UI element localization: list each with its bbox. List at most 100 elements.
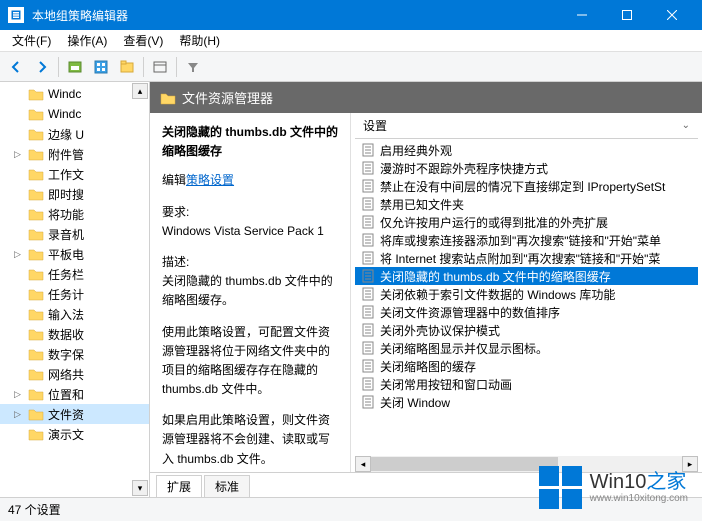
policy-title: 关闭隐藏的 thumbs.db 文件中的缩略图缓存 [162, 123, 338, 161]
setting-item[interactable]: 启用经典外观 [355, 141, 698, 159]
requirements-value: Windows Vista Service Pack 1 [162, 222, 338, 241]
content-title: 文件资源管理器 [182, 88, 273, 107]
app-icon [8, 7, 24, 23]
tree-item-label: 数字保 [48, 346, 84, 363]
tree-item-label: 边缘 U [48, 126, 84, 143]
setting-item[interactable]: 关闭外壳协议保护模式 [355, 321, 698, 339]
tree-item-label: 任务栏 [48, 266, 84, 283]
menu-bar: 文件(F) 操作(A) 查看(V) 帮助(H) [0, 30, 702, 52]
back-button[interactable] [4, 55, 28, 79]
tree-expander-icon[interactable]: ▷ [14, 409, 21, 420]
requirements-label: 要求: [162, 203, 338, 222]
tree-item[interactable]: 数字保 [0, 344, 149, 364]
tree-item[interactable]: 输入法 [0, 304, 149, 324]
maximize-button[interactable] [604, 0, 649, 30]
settings-panel: 设置 ⌄ 启用经典外观漫游时不跟踪外壳程序快捷方式禁止在没有中间层的情况下直接绑… [350, 113, 702, 472]
edit-policy-link[interactable]: 策略设置 [186, 173, 234, 187]
setting-item[interactable]: 禁用已知文件夹 [355, 195, 698, 213]
folder-icon [160, 91, 176, 105]
edit-label: 编辑 [162, 173, 186, 187]
tree-item-label: 网络共 [48, 366, 84, 383]
tree-item-label: 附件管 [48, 146, 84, 163]
setting-item[interactable]: 漫游时不跟踪外壳程序快捷方式 [355, 159, 698, 177]
tree-expander-icon[interactable]: ▷ [14, 249, 21, 260]
menu-action[interactable]: 操作(A) [59, 30, 115, 51]
menu-file[interactable]: 文件(F) [4, 30, 59, 51]
description-p1: 关闭隐藏的 thumbs.db 文件中的缩略图缓存。 [162, 272, 338, 310]
tree-item[interactable]: ▷文件资 [0, 404, 149, 424]
setting-item[interactable]: 关闭缩略图的缓存 [355, 357, 698, 375]
tree-item[interactable]: 边缘 U [0, 124, 149, 144]
toolbar [0, 52, 702, 82]
setting-item-label: 关闭常用按钮和窗口动画 [380, 376, 512, 393]
setting-item[interactable]: 关闭 Window [355, 393, 698, 411]
scroll-left-button[interactable]: ◂ [355, 456, 371, 472]
tree-item[interactable]: ▷位置和 [0, 384, 149, 404]
horizontal-scrollbar[interactable]: ◂ ▸ [355, 456, 698, 472]
setting-item-label: 关闭缩略图显示并仅显示图标。 [380, 340, 548, 357]
tree-item[interactable]: 数据收 [0, 324, 149, 344]
description-panel: 关闭隐藏的 thumbs.db 文件中的缩略图缓存 编辑策略设置 要求: Win… [150, 113, 350, 472]
status-bar: 47 个设置 [0, 497, 702, 521]
tree-item[interactable]: ▷ 平板电 [0, 244, 149, 264]
setting-item[interactable]: 将库或搜索连接器添加到"再次搜索"链接和"开始"菜单 [355, 231, 698, 249]
tree-expander-icon[interactable]: ▷ [14, 149, 21, 160]
scroll-right-button[interactable]: ▸ [682, 456, 698, 472]
setting-item-label: 仅允许按用户运行的或得到批准的外壳扩展 [380, 214, 608, 231]
tree-item[interactable]: 任务栏 [0, 264, 149, 284]
tree-item-label: 即时搜 [48, 186, 84, 203]
setting-item[interactable]: 仅允许按用户运行的或得到批准的外壳扩展 [355, 213, 698, 231]
filter-button[interactable] [181, 55, 205, 79]
setting-item[interactable]: 禁止在没有中间层的情况下直接绑定到 IPropertySetSt [355, 177, 698, 195]
setting-item[interactable]: 关闭隐藏的 thumbs.db 文件中的缩略图缓存 [355, 267, 698, 285]
setting-item[interactable]: 关闭文件资源管理器中的数值排序 [355, 303, 698, 321]
tree-item-label: Windc [48, 107, 81, 121]
tree-item-label: 数据收 [48, 326, 84, 343]
chevron-down-icon[interactable]: ⌄ [682, 120, 690, 131]
tree-item[interactable]: ▷ 附件管 [0, 144, 149, 164]
setting-item[interactable]: 关闭缩略图显示并仅显示图标。 [355, 339, 698, 357]
toolbar-button-1[interactable] [63, 55, 87, 79]
tree-item-label: 输入法 [48, 306, 84, 323]
tree-item[interactable]: 工作文 [0, 164, 149, 184]
tab-standard[interactable]: 标准 [204, 475, 250, 497]
menu-help[interactable]: 帮助(H) [171, 30, 228, 51]
tree-item[interactable]: 网络共 [0, 364, 149, 384]
tab-extended[interactable]: 扩展 [156, 475, 202, 497]
menu-view[interactable]: 查看(V) [115, 30, 171, 51]
tree-scroll-down[interactable]: ▾ [132, 480, 148, 496]
minimize-button[interactable] [559, 0, 604, 30]
scroll-thumb[interactable] [371, 457, 558, 471]
tree-item[interactable]: Windc [0, 84, 149, 104]
tree-item[interactable]: 演示文 [0, 424, 149, 444]
setting-item[interactable]: 将 Internet 搜索站点附加到"再次搜索"链接和"开始"菜 [355, 249, 698, 267]
tree-item-label: 录音机 [48, 226, 84, 243]
setting-item-label: 漫游时不跟踪外壳程序快捷方式 [380, 160, 548, 177]
view-tabs: 扩展 标准 [150, 472, 702, 497]
description-p2: 使用此策略设置，可配置文件资源管理器将位于网络文件夹中的项目的缩略图缓存存在隐藏… [162, 323, 338, 400]
setting-item-label: 将 Internet 搜索站点附加到"再次搜索"链接和"开始"菜 [380, 250, 660, 267]
description-label: 描述: [162, 253, 338, 272]
setting-item-label: 关闭缩略图的缓存 [380, 358, 476, 375]
tree-item[interactable]: 任务计 [0, 284, 149, 304]
close-button[interactable] [649, 0, 694, 30]
tree-expander-icon[interactable]: ▷ [14, 389, 21, 400]
tree-item[interactable]: Windc [0, 104, 149, 124]
setting-item[interactable]: 关闭常用按钮和窗口动画 [355, 375, 698, 393]
workspace: ▴ WindcWindc边缘 U▷附件管工作文即时搜将功能录音机▷平板电任务栏任… [0, 82, 702, 497]
tree-item-label: 将功能 [48, 206, 84, 223]
setting-item-label: 禁止在没有中间层的情况下直接绑定到 IPropertySetSt [380, 178, 665, 195]
toolbar-button-4[interactable] [148, 55, 172, 79]
tree-item[interactable]: 即时搜 [0, 184, 149, 204]
settings-header-label[interactable]: 设置 [363, 117, 387, 134]
toolbar-button-3[interactable] [115, 55, 139, 79]
tree-item-label: 平板电 [48, 246, 84, 263]
forward-button[interactable] [30, 55, 54, 79]
status-text: 47 个设置 [8, 503, 61, 517]
setting-item[interactable]: 关闭依赖于索引文件数据的 Windows 库功能 [355, 285, 698, 303]
tree-item[interactable]: 录音机 [0, 224, 149, 244]
setting-item-label: 关闭外壳协议保护模式 [380, 322, 500, 339]
tree-item[interactable]: 将功能 [0, 204, 149, 224]
setting-item-label: 将库或搜索连接器添加到"再次搜索"链接和"开始"菜单 [380, 232, 661, 249]
toolbar-button-2[interactable] [89, 55, 113, 79]
